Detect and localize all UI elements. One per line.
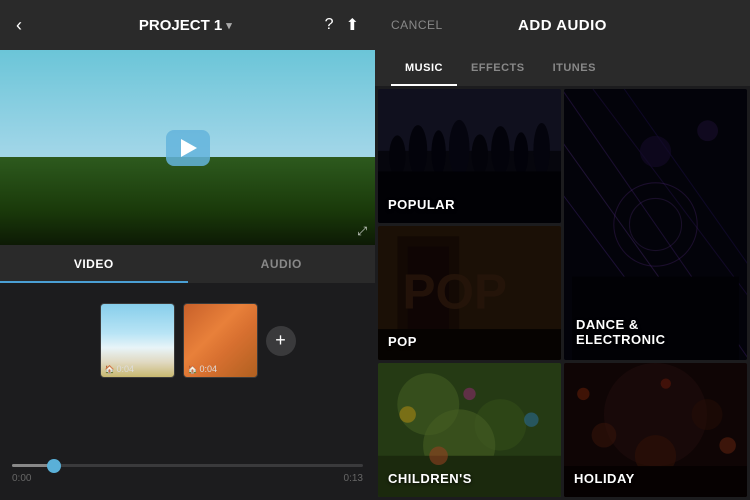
genre-dance[interactable]: DANCE & ELECTRONIC — [564, 89, 747, 360]
genre-childrens[interactable]: CHILDREN'S — [378, 363, 561, 497]
right-header-wrapper: CANCEL ADD AUDIO — [391, 18, 734, 32]
project-title[interactable]: PROJECT 1 ▾ — [139, 17, 232, 34]
right-panel: CANCEL ADD AUDIO MUSIC EFFECTS ITUNES — [375, 0, 750, 500]
clip-2-icon: 🏠 — [188, 365, 198, 374]
pop-overlay: POP — [378, 226, 561, 360]
clips-row: 🏠 0:04 🏠 0:04 + — [100, 303, 296, 378]
childrens-overlay: CHILDREN'S — [378, 363, 561, 497]
left-header: ‹ PROJECT 1 ▾ ? ⬆ — [0, 0, 375, 50]
project-chevron-icon: ▾ — [226, 19, 232, 32]
right-header: CANCEL ADD AUDIO — [375, 0, 750, 50]
tab-video[interactable]: VIDEO — [0, 245, 188, 283]
audio-tabs: MUSIC EFFECTS ITUNES — [375, 50, 750, 86]
video-audio-tabs: VIDEO AUDIO — [0, 245, 375, 283]
tab-audio[interactable]: AUDIO — [188, 245, 376, 283]
clip-2[interactable]: 🏠 0:04 — [183, 303, 258, 378]
timeline-area: 🏠 0:04 🏠 0:04 + 0:00 0:13 — [0, 283, 375, 500]
video-preview: ⤢ — [0, 50, 375, 245]
left-panel: ‹ PROJECT 1 ▾ ? ⬆ ⤢ VIDEO AUDIO 🏠 — [0, 0, 375, 500]
clip-1[interactable]: 🏠 0:04 — [100, 303, 175, 378]
timeline-track[interactable] — [12, 464, 363, 467]
pop-label: POP — [388, 334, 417, 350]
genre-pop[interactable]: POP POP — [378, 226, 561, 360]
childrens-label: CHILDREN'S — [388, 471, 472, 487]
clip-1-duration: 🏠 0:04 — [105, 364, 135, 374]
playback-bar: 0:00 0:13 — [0, 456, 375, 490]
holiday-overlay: HOLIDAY — [564, 363, 747, 497]
clip-2-duration: 🏠 0:04 — [188, 364, 218, 374]
popular-overlay: POPULAR — [378, 89, 561, 223]
clip-icon: 🏠 — [105, 365, 115, 374]
tab-itunes[interactable]: ITUNES — [539, 50, 610, 86]
genre-popular[interactable]: POPULAR — [378, 89, 561, 223]
popular-label: POPULAR — [388, 197, 455, 213]
holiday-label: HOLIDAY — [574, 471, 635, 487]
expand-icon[interactable]: ⤢ — [357, 224, 367, 239]
help-icon[interactable]: ? — [325, 16, 334, 34]
dance-overlay: DANCE & ELECTRONIC — [564, 89, 747, 360]
tab-effects[interactable]: EFFECTS — [457, 50, 539, 86]
cancel-button[interactable]: CANCEL — [391, 18, 443, 32]
share-icon[interactable]: ⬆ — [346, 15, 359, 35]
current-time: 0:00 — [12, 473, 31, 484]
play-button[interactable] — [166, 130, 210, 166]
back-button[interactable]: ‹ — [16, 15, 46, 36]
genre-grid: POPULAR D — [375, 86, 750, 500]
project-name: PROJECT 1 — [139, 17, 222, 34]
total-time: 0:13 — [344, 473, 363, 484]
time-labels: 0:00 0:13 — [12, 473, 363, 484]
genre-holiday[interactable]: HOLIDAY — [564, 363, 747, 497]
header-actions: ? ⬆ — [325, 15, 359, 35]
palm-background — [0, 157, 375, 245]
track-thumb[interactable] — [47, 459, 61, 473]
add-clip-button[interactable]: + — [266, 326, 296, 356]
add-audio-title: ADD AUDIO — [518, 17, 607, 34]
play-triangle-icon — [181, 139, 197, 157]
tab-music[interactable]: MUSIC — [391, 50, 457, 86]
dance-label: DANCE & ELECTRONIC — [576, 317, 666, 348]
